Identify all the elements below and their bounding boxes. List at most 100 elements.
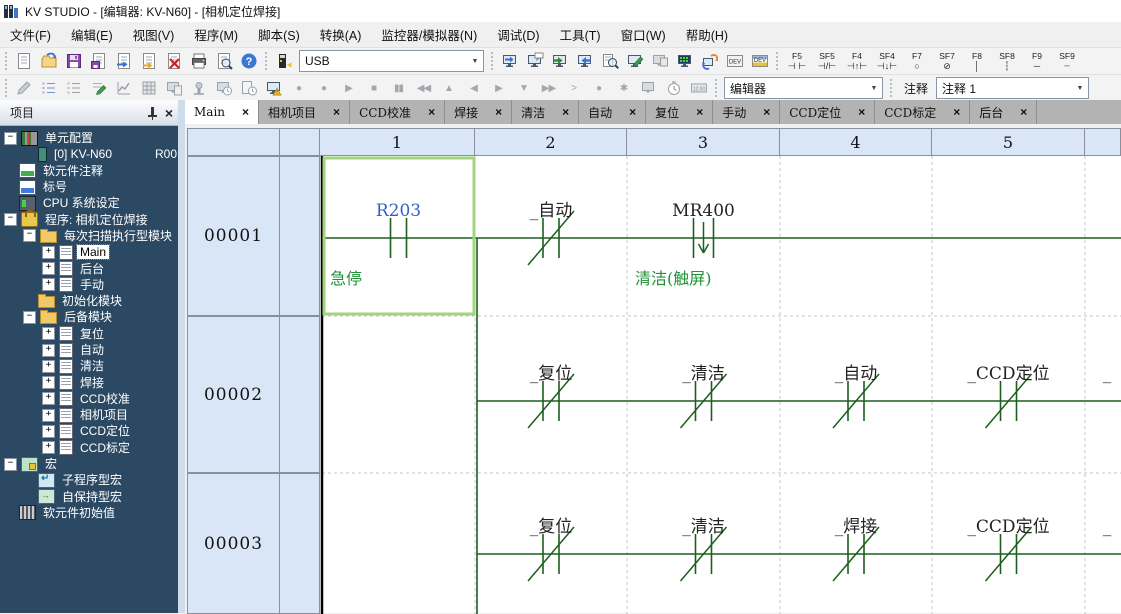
tab-close-icon[interactable]: × <box>696 105 703 119</box>
tab-close-icon[interactable]: × <box>1020 105 1027 119</box>
tab-相机项目[interactable]: 相机项目× <box>259 100 350 124</box>
editor-combobox[interactable]: 编辑器 ▼ <box>724 77 883 99</box>
doc-timer-icon[interactable] <box>236 76 261 100</box>
device-list2-icon[interactable] <box>61 76 86 100</box>
expand-icon[interactable]: + <box>42 409 55 422</box>
save-file-icon[interactable] <box>86 49 111 73</box>
doc-monitor-icon[interactable] <box>161 76 186 100</box>
tab-close-icon[interactable]: × <box>428 105 435 119</box>
tree-item-子程序型宏[interactable]: 子程序型宏 <box>0 472 178 488</box>
tree-item-手动[interactable]: +手动 <box>0 277 178 293</box>
tree-item-复位[interactable]: +复位 <box>0 326 178 342</box>
menu-item[interactable]: 监控器/模拟器(N) <box>371 22 487 47</box>
collapse-icon[interactable]: − <box>4 458 17 471</box>
toolbar-grip[interactable] <box>776 52 778 70</box>
tab-自动[interactable]: 自动× <box>579 100 646 124</box>
tab-手动[interactable]: 手动× <box>713 100 780 124</box>
monitor-sim-icon[interactable] <box>647 49 672 73</box>
instruction-button-SF7[interactable]: SF7⊘ <box>932 48 962 74</box>
tree-item-自保持型宏[interactable]: 自保持型宏 <box>0 489 178 505</box>
instruction-button-SF4[interactable]: SF4⊣↓⊢ <box>872 48 902 74</box>
expand-icon[interactable]: + <box>42 344 55 357</box>
expand-icon[interactable]: + <box>42 425 55 438</box>
touch-icon[interactable] <box>186 76 211 100</box>
tree-item-CCD定位[interactable]: +CCD定位 <box>0 423 178 439</box>
tab-复位[interactable]: 复位× <box>646 100 713 124</box>
print-icon[interactable] <box>186 49 211 73</box>
tree-item-Main[interactable]: +Main <box>0 244 178 260</box>
tree-item-相机项目[interactable]: +相机项目 <box>0 407 178 423</box>
tab-close-icon[interactable]: × <box>333 105 340 119</box>
menu-item[interactable]: 转换(A) <box>310 22 372 47</box>
tab-CCD定位[interactable]: CCD定位× <box>780 100 875 124</box>
pin-icon[interactable] <box>148 107 157 119</box>
rung-number[interactable]: 00001 <box>187 156 280 316</box>
screen-warning-icon[interactable]: ! <box>261 76 286 100</box>
instruction-button-SF9[interactable]: SF9┈ <box>1052 48 1082 74</box>
edit-comment-list-icon[interactable] <box>86 76 111 100</box>
new-file-icon[interactable] <box>11 49 36 73</box>
print-preview-icon[interactable] <box>211 49 236 73</box>
tree-item-自动[interactable]: +自动 <box>0 342 178 358</box>
ladder-grid[interactable]: 12345 000010000200003 R203急停_自动MR400清洁(触… <box>185 124 1121 613</box>
sim-skip-back-icon[interactable]: ◀◀ <box>411 76 436 100</box>
menu-item[interactable]: 帮助(H) <box>676 22 738 47</box>
expand-icon[interactable]: + <box>42 360 55 373</box>
transfer-file-icon[interactable] <box>136 49 161 73</box>
monitor-comment-icon[interactable] <box>522 49 547 73</box>
tree-item-每次扫描执行型模块[interactable]: −每次扫描执行型模块 <box>0 228 178 244</box>
tab-close-icon[interactable]: × <box>242 105 249 119</box>
usb-refresh-icon[interactable] <box>697 49 722 73</box>
tree-item-软元件初始值[interactable]: 软元件初始值 <box>0 505 178 521</box>
sim-stop-icon[interactable]: ■ <box>361 76 386 100</box>
expand-icon[interactable]: + <box>42 376 55 389</box>
menu-item[interactable]: 程序(M) <box>184 22 248 47</box>
instruction-button-F7[interactable]: F7○ <box>902 48 932 74</box>
tab-CCD标定[interactable]: CCD标定× <box>875 100 970 124</box>
tab-Main[interactable]: Main× <box>185 100 259 124</box>
tree-item-单元配置[interactable]: −单元配置 <box>0 130 178 146</box>
tree-item-焊接[interactable]: +焊接 <box>0 374 178 390</box>
device-list-icon[interactable] <box>36 76 61 100</box>
dev-write-icon[interactable]: DEV <box>747 49 772 73</box>
sim-pause-input-icon[interactable]: ✱ <box>611 76 636 100</box>
tab-close-icon[interactable]: × <box>763 105 770 119</box>
tab-close-icon[interactable]: × <box>858 105 865 119</box>
tree-item-软元件注释[interactable]: 软元件注释 <box>0 163 178 179</box>
sim-step-down-icon[interactable]: ▼ <box>511 76 536 100</box>
sim-screen-icon[interactable] <box>636 76 661 100</box>
transfer-to-plc-icon[interactable] <box>547 49 572 73</box>
monitor-edit-icon[interactable] <box>622 49 647 73</box>
collapse-icon[interactable]: − <box>4 132 17 145</box>
tab-后台[interactable]: 后台× <box>970 100 1037 124</box>
close-icon[interactable]: × <box>165 107 173 119</box>
instruction-button-F8[interactable]: F8│ <box>962 48 992 74</box>
tree-item-程序: 相机定位焊接[interactable]: −程序: 相机定位焊接 <box>0 211 178 227</box>
toolbar-grip[interactable] <box>265 52 267 70</box>
tab-close-icon[interactable]: × <box>562 105 569 119</box>
rung-number[interactable]: 00002 <box>187 316 280 473</box>
plc-transfer-icon[interactable] <box>271 49 296 73</box>
expand-icon[interactable]: + <box>42 246 55 259</box>
sim-step-back-icon[interactable]: ◀ <box>461 76 486 100</box>
tree-item-后备模块[interactable]: −后备模块 <box>0 309 178 325</box>
instruction-button-F4[interactable]: F4⊣↑⊢ <box>842 48 872 74</box>
collapse-icon[interactable]: − <box>23 311 36 324</box>
tree-item-宏[interactable]: −宏 <box>0 456 178 472</box>
menu-item[interactable]: 窗口(W) <box>611 22 676 47</box>
sim-run-icon[interactable]: > <box>561 76 586 100</box>
tree-item-CCD校准[interactable]: +CCD校准 <box>0 391 178 407</box>
toolbar-grip[interactable] <box>5 52 7 70</box>
tab-close-icon[interactable]: × <box>495 105 502 119</box>
sim-clock-icon[interactable]: 12:00 <box>686 76 711 100</box>
menu-item[interactable]: 编辑(E) <box>61 22 123 47</box>
collapse-icon[interactable]: − <box>4 213 17 226</box>
instruction-button-SF8[interactable]: SF8┆ <box>992 48 1022 74</box>
tree-item-清洁[interactable]: +清洁 <box>0 358 178 374</box>
sim-play-icon[interactable]: ▶ <box>336 76 361 100</box>
tree-item-标号[interactable]: 标号 <box>0 179 178 195</box>
tree-item-CCD标定[interactable]: +CCD标定 <box>0 440 178 456</box>
toolbar-grip[interactable] <box>715 79 717 97</box>
transfer-from-plc-icon[interactable] <box>572 49 597 73</box>
dev-read-icon[interactable]: DEV <box>722 49 747 73</box>
